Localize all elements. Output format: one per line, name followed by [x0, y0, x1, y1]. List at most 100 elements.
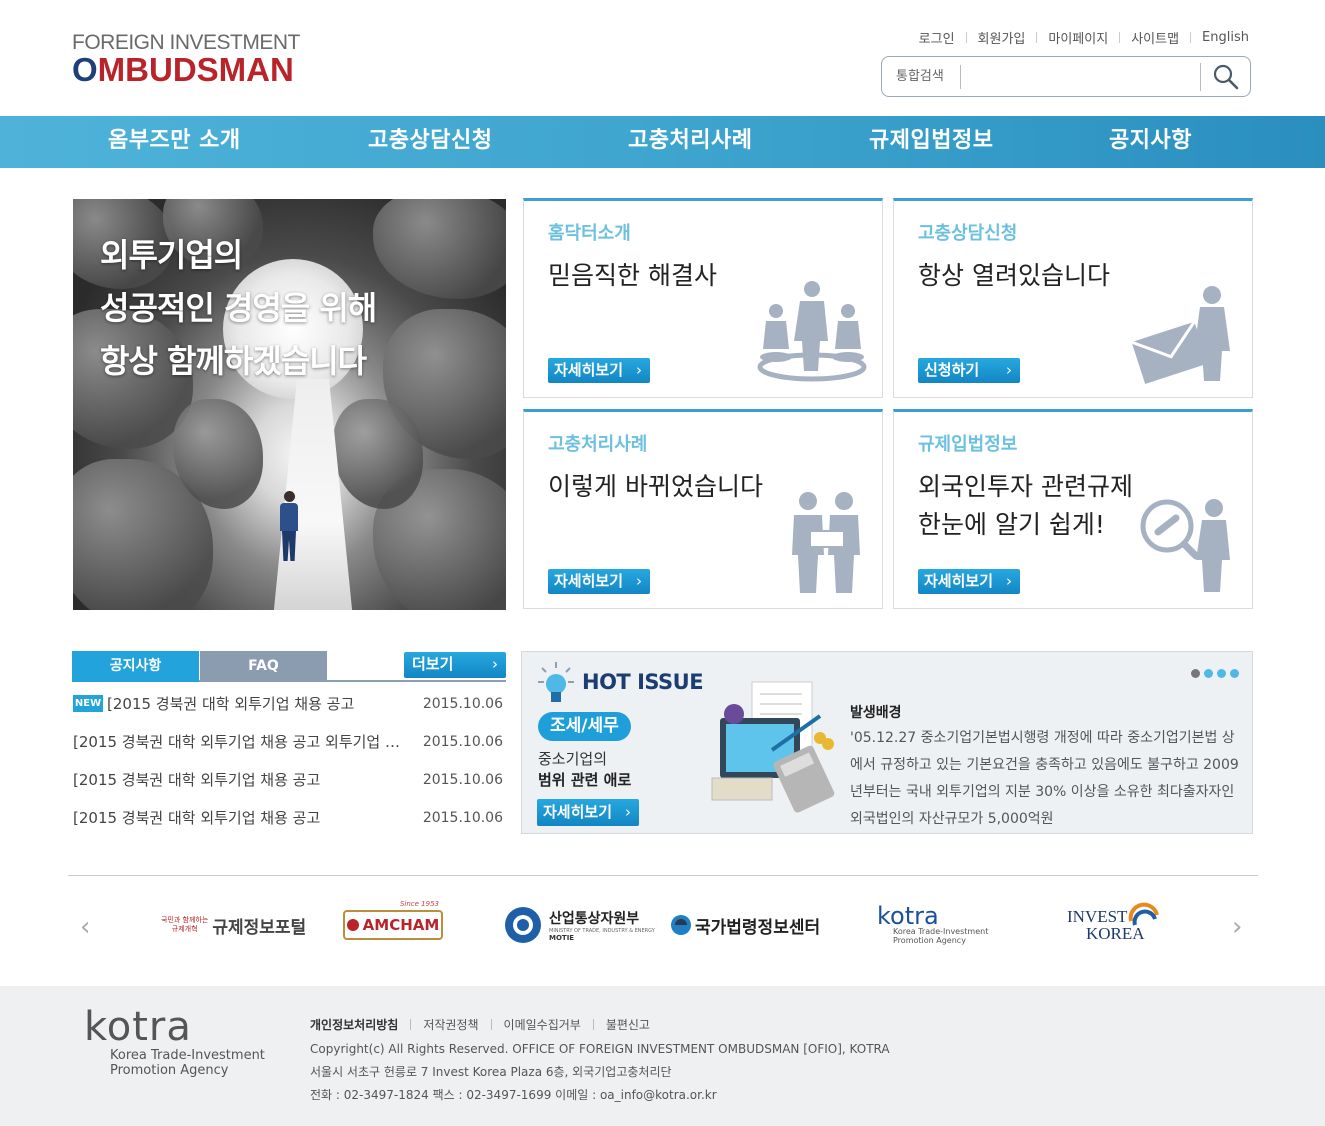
card-subtitle-line: 외국인투자 관련규제	[918, 472, 1133, 501]
mypage-link[interactable]: 마이페이지	[1037, 28, 1119, 47]
issue-body: '05.12.27 중소기업기본법시행령 개정에 따라 중소기업기본법 상에서 …	[850, 730, 1239, 827]
button-label: 자세히보기	[543, 803, 613, 821]
address-text: 서울시 서초구 헌릉로 7 Invest Korea Plaza 6층, 외국기…	[310, 1065, 672, 1079]
more-button[interactable]: 더보기 ›	[404, 652, 506, 678]
notice-date: 2015.10.06	[422, 734, 503, 750]
footer-logo[interactable]: kotra Korea Trade-Investment Promotion A…	[84, 1006, 265, 1078]
tab-notice[interactable]: 공지사항	[72, 651, 199, 682]
main-nav: 옴부즈만 소개 고충상담신청 고충처리사례 규제입법정보 공지사항	[0, 116, 1325, 168]
partner-name: KOREA	[1086, 924, 1145, 943]
notice-title[interactable]: [2015 경북권 대학 외투기업 채용 공고	[107, 686, 354, 722]
card-subtitle: 항상 열려있습니다	[918, 261, 1110, 290]
notice-date: 2015.10.06	[422, 772, 503, 788]
issue-desc-bold: 범위 관련 애로	[538, 771, 632, 789]
section-divider	[68, 875, 1258, 876]
slider-dot[interactable]	[1217, 669, 1226, 678]
hero-text: 외투기업의 성공적인 경영을 위해 항상 함께하겠습니다	[100, 229, 377, 388]
privacy-link[interactable]: 개인정보처리방침	[310, 1016, 410, 1033]
card-title: 홈닥터소개	[548, 223, 631, 244]
notice-list: NEW [2015 경북권 대학 외투기업 채용 공고 2015.10.06 [2…	[73, 686, 503, 838]
partner-name: INVEST	[1067, 907, 1128, 926]
nav-item-about[interactable]: 옴부즈만 소개	[108, 116, 241, 168]
hero-rock	[333, 399, 423, 509]
card-subtitle: 외국인투자 관련규제한눈에 알기 쉽게!	[918, 468, 1133, 544]
handshake-people-icon	[792, 492, 860, 593]
footer-links: 개인정보처리방침 저작권정책 이메일수집거부 불편신고	[310, 1016, 662, 1033]
card-more-button[interactable]: 자세히보기 ›	[548, 358, 650, 383]
partner-law-center[interactable]: 국가법령정보센터	[670, 900, 820, 950]
chevron-right-icon: ›	[1006, 361, 1012, 379]
hero-line: 외투기업의	[100, 236, 243, 274]
hot-issue-panel: HOT ISSUE 조세/세무 중소기업의 범위 관련 애로 자세히보기 › 발생…	[521, 651, 1253, 834]
card-case-studies[interactable]: 고충처리사례 이렇게 바뀌었습니다 자세히보기 ›	[523, 409, 883, 609]
slider-dot[interactable]	[1230, 669, 1239, 678]
site-logo[interactable]: FOREIGN INVESTMENT OMBUDSMAN	[72, 32, 300, 88]
site-footer: kotra Korea Trade-Investment Promotion A…	[0, 986, 1325, 1126]
card-regulation-info[interactable]: 규제입법정보 외국인투자 관련규제 한눈에 알기 쉽게! 자세히보기 ›	[893, 409, 1253, 609]
partner-regulation-portal[interactable]: 국민과 함께하는 규제개혁 규제정보포털	[161, 900, 306, 950]
card-more-button[interactable]: 자세히보기 ›	[548, 569, 650, 594]
notice-date: 2015.10.06	[422, 810, 503, 826]
chevron-right-icon[interactable]: ›	[1232, 912, 1242, 942]
new-badge: NEW	[73, 695, 103, 712]
report-link[interactable]: 불편신고	[594, 1016, 662, 1033]
list-item[interactable]: [2015 경북권 대학 외투기업 채용 공고 2015.10.06	[73, 762, 503, 800]
slider-dots	[1191, 669, 1239, 678]
logo-line2: OMBUDSMAN	[72, 51, 300, 88]
nav-item-regulation[interactable]: 규제입법정보	[869, 116, 993, 168]
utility-links: 로그인 회원가입 마이페이지 사이트맵 English	[908, 28, 1249, 47]
partner-amcham[interactable]: Since 1953 AMCHAM	[343, 900, 443, 950]
business-people-icon	[757, 281, 867, 382]
button-label: 더보기	[412, 655, 454, 673]
list-item[interactable]: NEW [2015 경북권 대학 외투기업 채용 공고 2015.10.06	[73, 686, 503, 724]
partner-name: AMCHAM	[362, 916, 440, 934]
notice-date: 2015.10.06	[422, 696, 503, 712]
english-link[interactable]: English	[1191, 30, 1249, 45]
issue-heading: 발생배경	[850, 705, 902, 721]
hero-rock	[373, 199, 506, 299]
card-subtitle-line: 한눈에 알기 쉽게!	[918, 510, 1105, 539]
tax-document-illustration	[711, 681, 835, 813]
notice-title[interactable]: [2015 경북권 대학 외투기업 채용 공고 외투기업 채용 공고	[73, 724, 409, 760]
sitemap-link[interactable]: 사이트맵	[1120, 28, 1190, 47]
card-home-doctor[interactable]: 홈닥터소개 믿음직한 해결사 자세히보기 ›	[523, 198, 883, 398]
partner-invest-korea[interactable]: INVEST KOREA	[1067, 900, 1161, 950]
button-label: 신청하기	[924, 361, 980, 379]
nav-item-notice[interactable]: 공지사항	[1109, 116, 1192, 168]
category-badge: 조세/세무	[538, 712, 631, 741]
notice-title[interactable]: [2015 경북권 대학 외투기업 채용 공고	[73, 800, 320, 836]
slider-dot[interactable]	[1204, 669, 1213, 678]
issue-more-button[interactable]: 자세히보기 ›	[537, 799, 639, 826]
hero-banner[interactable]: 외투기업의 성공적인 경영을 위해 항상 함께하겠습니다	[73, 199, 506, 610]
card-consult-apply[interactable]: 고충상담신청 항상 열려있습니다 신청하기 ›	[893, 198, 1253, 398]
partner-motie[interactable]: 산업통상자원부 MINISTRY OF TRADE, INDUSTRY & EN…	[503, 900, 655, 950]
card-subtitle: 이렇게 바뀌었습니다	[548, 472, 763, 501]
chevron-left-icon[interactable]: ‹	[80, 912, 90, 942]
search-label: 통합검색	[882, 64, 961, 89]
nav-item-consult[interactable]: 고충상담신청	[368, 116, 492, 168]
copyright-policy-link[interactable]: 저작권정책	[411, 1016, 490, 1033]
partner-kotra[interactable]: kotra Korea Trade-Investment Promotion A…	[877, 900, 988, 950]
tab-faq[interactable]: FAQ	[200, 651, 327, 682]
search-button[interactable]	[1200, 62, 1250, 91]
signup-link[interactable]: 회원가입	[967, 28, 1037, 47]
search-icon	[1213, 64, 1238, 89]
login-link[interactable]: 로그인	[908, 28, 966, 47]
footer-logo-sub: Promotion Agency	[110, 1063, 229, 1078]
slider-dot[interactable]	[1191, 669, 1200, 678]
search-bar: 통합검색	[881, 56, 1251, 97]
law-center-icon	[671, 915, 691, 935]
search-input[interactable]	[961, 62, 1200, 91]
logo-rest: MBUDSMAN	[97, 51, 294, 88]
card-more-button[interactable]: 자세히보기 ›	[918, 569, 1020, 594]
footer-info: Copyright(c) All Rights Reserved. OFFICE…	[310, 1038, 890, 1107]
notice-title[interactable]: [2015 경북권 대학 외투기업 채용 공고	[73, 762, 320, 798]
partner-name: 규제정보포털	[212, 917, 307, 938]
lightbulb-icon	[538, 662, 574, 702]
list-item[interactable]: [2015 경북권 대학 외투기업 채용 공고 2015.10.06	[73, 800, 503, 838]
nav-item-cases[interactable]: 고충처리사례	[628, 116, 752, 168]
card-apply-button[interactable]: 신청하기 ›	[918, 358, 1020, 383]
email-refusal-link[interactable]: 이메일수집거부	[492, 1016, 593, 1033]
list-item[interactable]: [2015 경북권 대학 외투기업 채용 공고 외투기업 채용 공고 2015.…	[73, 724, 503, 762]
logo-o: O	[72, 51, 98, 88]
